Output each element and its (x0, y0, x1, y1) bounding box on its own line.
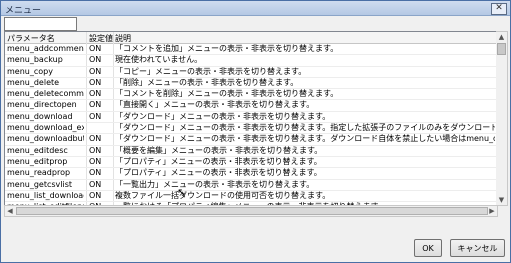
param-desc-cell: 複数ファイル一括ダウンロードの使用可否を切り替えます。 (115, 190, 331, 200)
param-name-cell: menu_list_download (7, 190, 84, 200)
param-desc-cell: 「一覧出力」メニューの表示・非表示を切り替えます。 (115, 179, 315, 189)
param-desc-cell: 「ダウンロード」メニューの表示・非表示を切り替えます。指定した拡張子のファイルの… (115, 123, 495, 133)
grid-header: パラメータ名 設定値 説明 (5, 32, 496, 44)
param-value-cell[interactable]: ON (89, 67, 113, 77)
param-value-cell[interactable]: ON (89, 168, 113, 178)
grid-rows: menu_addcomment ON 「コメントを追加」メニューの表示・非表示を切り… (5, 44, 496, 205)
param-desc-cell: 「概要を編集」メニューの表示・非表示を切り替えます。 (115, 145, 323, 155)
table-row[interactable]: menu_getcsvlist ON 「一覧出力」メニューの表示・非表示を切り替えま… (5, 180, 496, 191)
param-desc-cell: 「削除」メニューの表示・非表示を切り替えます。 (115, 77, 299, 87)
table-row[interactable]: menu_downloadbutton ON「ダウンロード」メニューの表示・非表示… (5, 134, 496, 146)
vertical-scrollbar[interactable]: ▲ ▼ (496, 31, 508, 206)
param-value-cell[interactable]: ON (89, 44, 113, 54)
filter-input[interactable] (4, 17, 77, 31)
column-header-value[interactable]: 設定値 (89, 33, 113, 44)
table-row[interactable]: menu_copy ON 「コピー」メニューの表示・非表示を切り替えます。 (5, 67, 496, 78)
close-icon: ✕ (495, 3, 503, 13)
param-desc-cell: 現在使われていません。 (115, 55, 203, 65)
param-name-cell: menu_editprop (7, 156, 68, 166)
param-name-cell: menu_readprop (7, 168, 71, 178)
table-row[interactable]: menu_directopen ON 「直接開く」メニューの表示・非表示を切り替えま… (5, 100, 496, 112)
param-desc-cell: 「ダウンロード」メニューの表示・非表示を切り替えます。 (115, 111, 331, 121)
param-name-cell: menu_downloadbutton (7, 134, 84, 144)
column-header-name[interactable]: パラメータ名 (7, 33, 55, 44)
table-row[interactable]: menu_addcomment ON 「コメントを追加」メニューの表示・非表示を切り… (5, 44, 496, 56)
table-row[interactable]: menu_list_download ON 複数ファイル一括ダウンロードの使用可否を… (5, 190, 496, 203)
param-desc-cell: 「コメントを削除」メニューの表示・非表示を切り替えます。 (115, 89, 339, 99)
title-bar: メニュー ✕ (1, 1, 510, 16)
param-value-cell[interactable]: ON (89, 89, 113, 99)
param-value-cell[interactable]: ON (89, 134, 113, 144)
param-value-cell[interactable]: ON (89, 146, 113, 156)
param-name-cell: menu_addcomment (7, 44, 84, 53)
param-name-cell: menu_editdesc (7, 145, 68, 155)
param-desc-cell: 「コメントを追加」メニューの表示・非表示を切り替えます。 (115, 44, 339, 53)
menu-dialog: メニュー ✕ パラメータ名 設定値 説明 menu_addcomment ON 「コ… (0, 0, 511, 263)
table-row[interactable]: menu_delete ON 「削除」メニューの表示・非表示を切り替えます。 (5, 77, 496, 90)
mouse-cursor-icon: ↖ (177, 186, 187, 199)
param-name-cell: menu_copy (7, 66, 53, 76)
param-value-cell[interactable]: ON (89, 55, 113, 65)
window-title: メニュー (5, 6, 42, 16)
ok-button[interactable]: OK (414, 239, 442, 257)
table-row[interactable]: menu_download ON 「ダウンロード」メニューの表示・非表示を切り替えま… (5, 111, 496, 124)
param-desc-cell: 「プロパティ」メニューの表示・非表示を切り替えます。 (115, 168, 322, 178)
param-desc-cell: 「プロパティ」メニューの表示・非表示を切り替えます。 (115, 156, 322, 166)
param-value-cell[interactable]: ON (89, 180, 113, 190)
table-row[interactable]: menu_download_extlist 「ダウンロード」メニューの表示・非表示… (5, 123, 496, 135)
param-name-cell: menu_deletecomment (7, 89, 84, 99)
param-name-cell: menu_directopen (7, 100, 77, 110)
scroll-down-icon[interactable]: ▼ (496, 195, 507, 205)
column-header-desc[interactable]: 説明 (115, 33, 131, 44)
table-row[interactable]: menu_readprop ON 「プロパティ」メニューの表示・非表示を切り替えます… (5, 168, 496, 180)
param-desc-cell: 「直接開く」メニューの表示・非表示を切り替えます。 (115, 100, 315, 110)
param-name-cell: menu_download (7, 111, 73, 121)
param-desc-cell: 「コピー」メニューの表示・非表示を切り替えます。 (115, 66, 307, 76)
param-value-cell[interactable]: ON (89, 112, 113, 122)
param-name-cell: menu_delete (7, 77, 60, 87)
close-button[interactable]: ✕ (491, 3, 507, 15)
table-row[interactable]: menu_deletecomment ON「コメントを削除」メニューの表示・非表示… (5, 89, 496, 101)
table-row[interactable]: menu_backup ON 現在使われていません。 (5, 55, 496, 67)
scroll-up-icon[interactable]: ▲ (496, 32, 507, 42)
settings-grid: パラメータ名 設定値 説明 menu_addcomment ON 「コメントを追加」… (4, 31, 497, 206)
vertical-scroll-thumb[interactable] (497, 43, 506, 55)
param-value-cell[interactable]: ON (89, 78, 113, 88)
param-name-cell: menu_getcsvlist (7, 179, 73, 189)
horizontal-scrollbar[interactable]: ◀ ▶ (4, 205, 498, 217)
scroll-left-icon[interactable]: ◀ (5, 206, 15, 216)
table-row[interactable]: menu_editdesc ON 「概要を編集」メニューの表示・非表示を切り替えます… (5, 146, 496, 157)
cancel-button[interactable]: キャンセル (450, 239, 505, 257)
param-name-cell: menu_backup (7, 55, 63, 65)
param-value-cell[interactable]: ON (89, 157, 113, 167)
scroll-right-icon[interactable]: ▶ (487, 206, 497, 216)
table-row[interactable]: menu_editprop ON 「プロパティ」メニューの表示・非表示を切り替えます… (5, 156, 496, 169)
horizontal-scroll-thumb[interactable] (16, 207, 488, 215)
param-value-cell[interactable]: ON (89, 100, 113, 110)
param-value-cell[interactable]: ON (89, 191, 113, 201)
param-desc-cell: 「ダウンロード」メニューの表示・非表示を切り替えます。ダウンロード自体を禁止した… (115, 134, 495, 144)
param-name-cell: menu_download_extlist (7, 123, 84, 133)
